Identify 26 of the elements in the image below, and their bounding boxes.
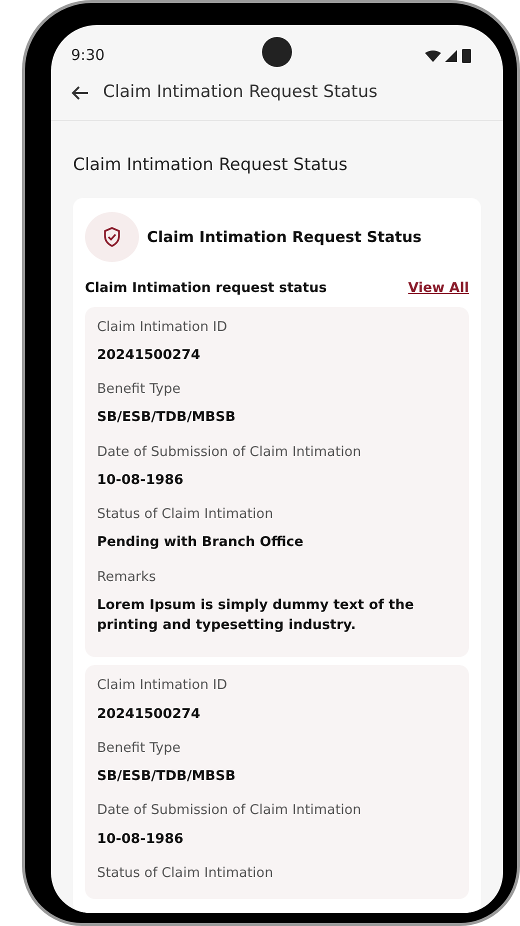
camera-hole xyxy=(262,37,292,67)
page-title: Claim Intimation Request Status xyxy=(72,154,348,177)
field-value: SB/ESB/TDB/MBSB xyxy=(97,408,236,428)
section-title: Claim Intimation request status xyxy=(85,279,327,298)
field-value: Pending with Branch Office xyxy=(97,533,304,552)
field-value: 20241500274 xyxy=(97,346,202,365)
view-all-link[interactable]: View All xyxy=(408,278,469,298)
field-label: Remarks xyxy=(97,568,157,586)
status-icons xyxy=(425,48,473,63)
field-label: Benefit Type xyxy=(97,738,182,758)
field-value: 20241500274 xyxy=(97,704,202,724)
field-label: Benefit Type xyxy=(97,380,182,399)
field-value: 10-08-1986 xyxy=(97,470,184,490)
field-label: Status of Claim Intimation xyxy=(97,505,274,524)
field-value: Lorem Ipsum is simply dummy text of the printing and typesetting industry. xyxy=(97,596,415,635)
field-label: Date of Submission of Claim Intimation xyxy=(97,801,362,820)
field-value: 10-08-1986 xyxy=(97,830,184,848)
back-icon[interactable] xyxy=(71,85,89,101)
field-label: Claim Intimation ID xyxy=(97,318,228,336)
status-time: 9:30 xyxy=(71,45,105,66)
card-title: Claim Intimation Request Status xyxy=(147,228,422,246)
field-value: SB/ESB/TDB/MBSB xyxy=(97,767,236,786)
app-bar-title: Claim Intimation Request Status xyxy=(103,81,378,104)
field-label: Status of Claim Intimation xyxy=(97,864,274,883)
field-label: Claim Intimation ID xyxy=(97,676,228,696)
field-label: Date of Submission of Claim Intimation xyxy=(97,442,362,462)
